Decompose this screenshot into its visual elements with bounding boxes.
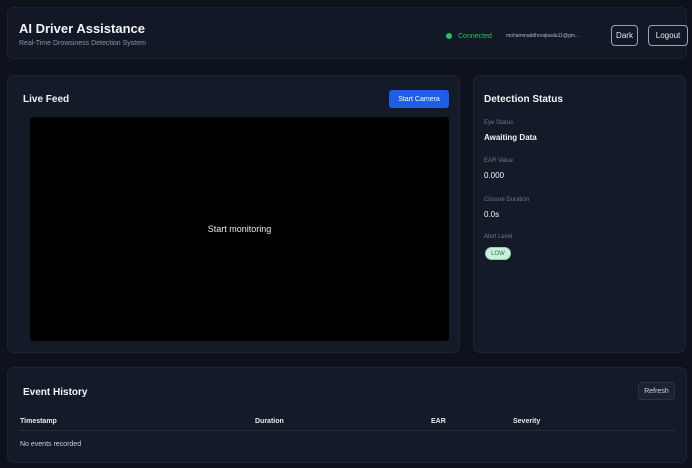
empty-events-message: No events recorded [20, 441, 82, 448]
column-header-ear: EAR [431, 418, 446, 425]
status-dot-icon [446, 33, 452, 39]
connection-status-text: Connected [458, 32, 492, 40]
alert-level-label: Alert Level [484, 234, 513, 240]
live-feed-card: Live Feed Start Camera Start monitoring [7, 75, 460, 353]
app-subtitle: Real-Time Drowsiness Detection System [19, 40, 146, 47]
video-placeholder-text: Start monitoring [207, 224, 272, 234]
column-header-severity: Severity [513, 418, 541, 425]
logout-button[interactable]: Logout [648, 25, 688, 46]
detection-status-title: Detection Status [484, 94, 563, 105]
app-header: AI Driver Assistance Real-Time Drowsines… [7, 7, 688, 59]
closure-duration-label: Closure Duration [484, 197, 530, 203]
event-history-title: Event History [23, 387, 88, 398]
ear-value-label: EAR Value [484, 158, 513, 164]
eye-status-value: Awaiting Data [484, 133, 537, 142]
live-feed-title: Live Feed [23, 94, 70, 105]
video-feed[interactable]: Start monitoring [30, 117, 449, 341]
app-page: AI Driver Assistance Real-Time Drowsines… [0, 0, 692, 468]
table-divider [19, 430, 676, 431]
eye-status-label: Eye Status [484, 120, 514, 126]
refresh-button[interactable]: Refresh [638, 382, 675, 400]
user-email: mohammaddhorajiwala11@gm... [506, 33, 580, 39]
app-title: AI Driver Assistance [19, 21, 145, 36]
alert-level-badge: LOW [485, 247, 511, 260]
start-camera-button[interactable]: Start Camera [389, 90, 449, 108]
theme-toggle-button[interactable]: Dark [611, 25, 638, 46]
closure-duration-value: 0.0s [484, 210, 500, 219]
connection-status: Connected [446, 31, 492, 41]
column-header-duration: Duration [255, 418, 284, 425]
detection-status-card: Detection Status Eye Status Awaiting Dat… [473, 75, 686, 353]
event-history-card: Event History Refresh Timestamp Duration… [7, 367, 687, 463]
ear-value: 0.000 [484, 171, 505, 180]
column-header-timestamp: Timestamp [20, 418, 57, 425]
